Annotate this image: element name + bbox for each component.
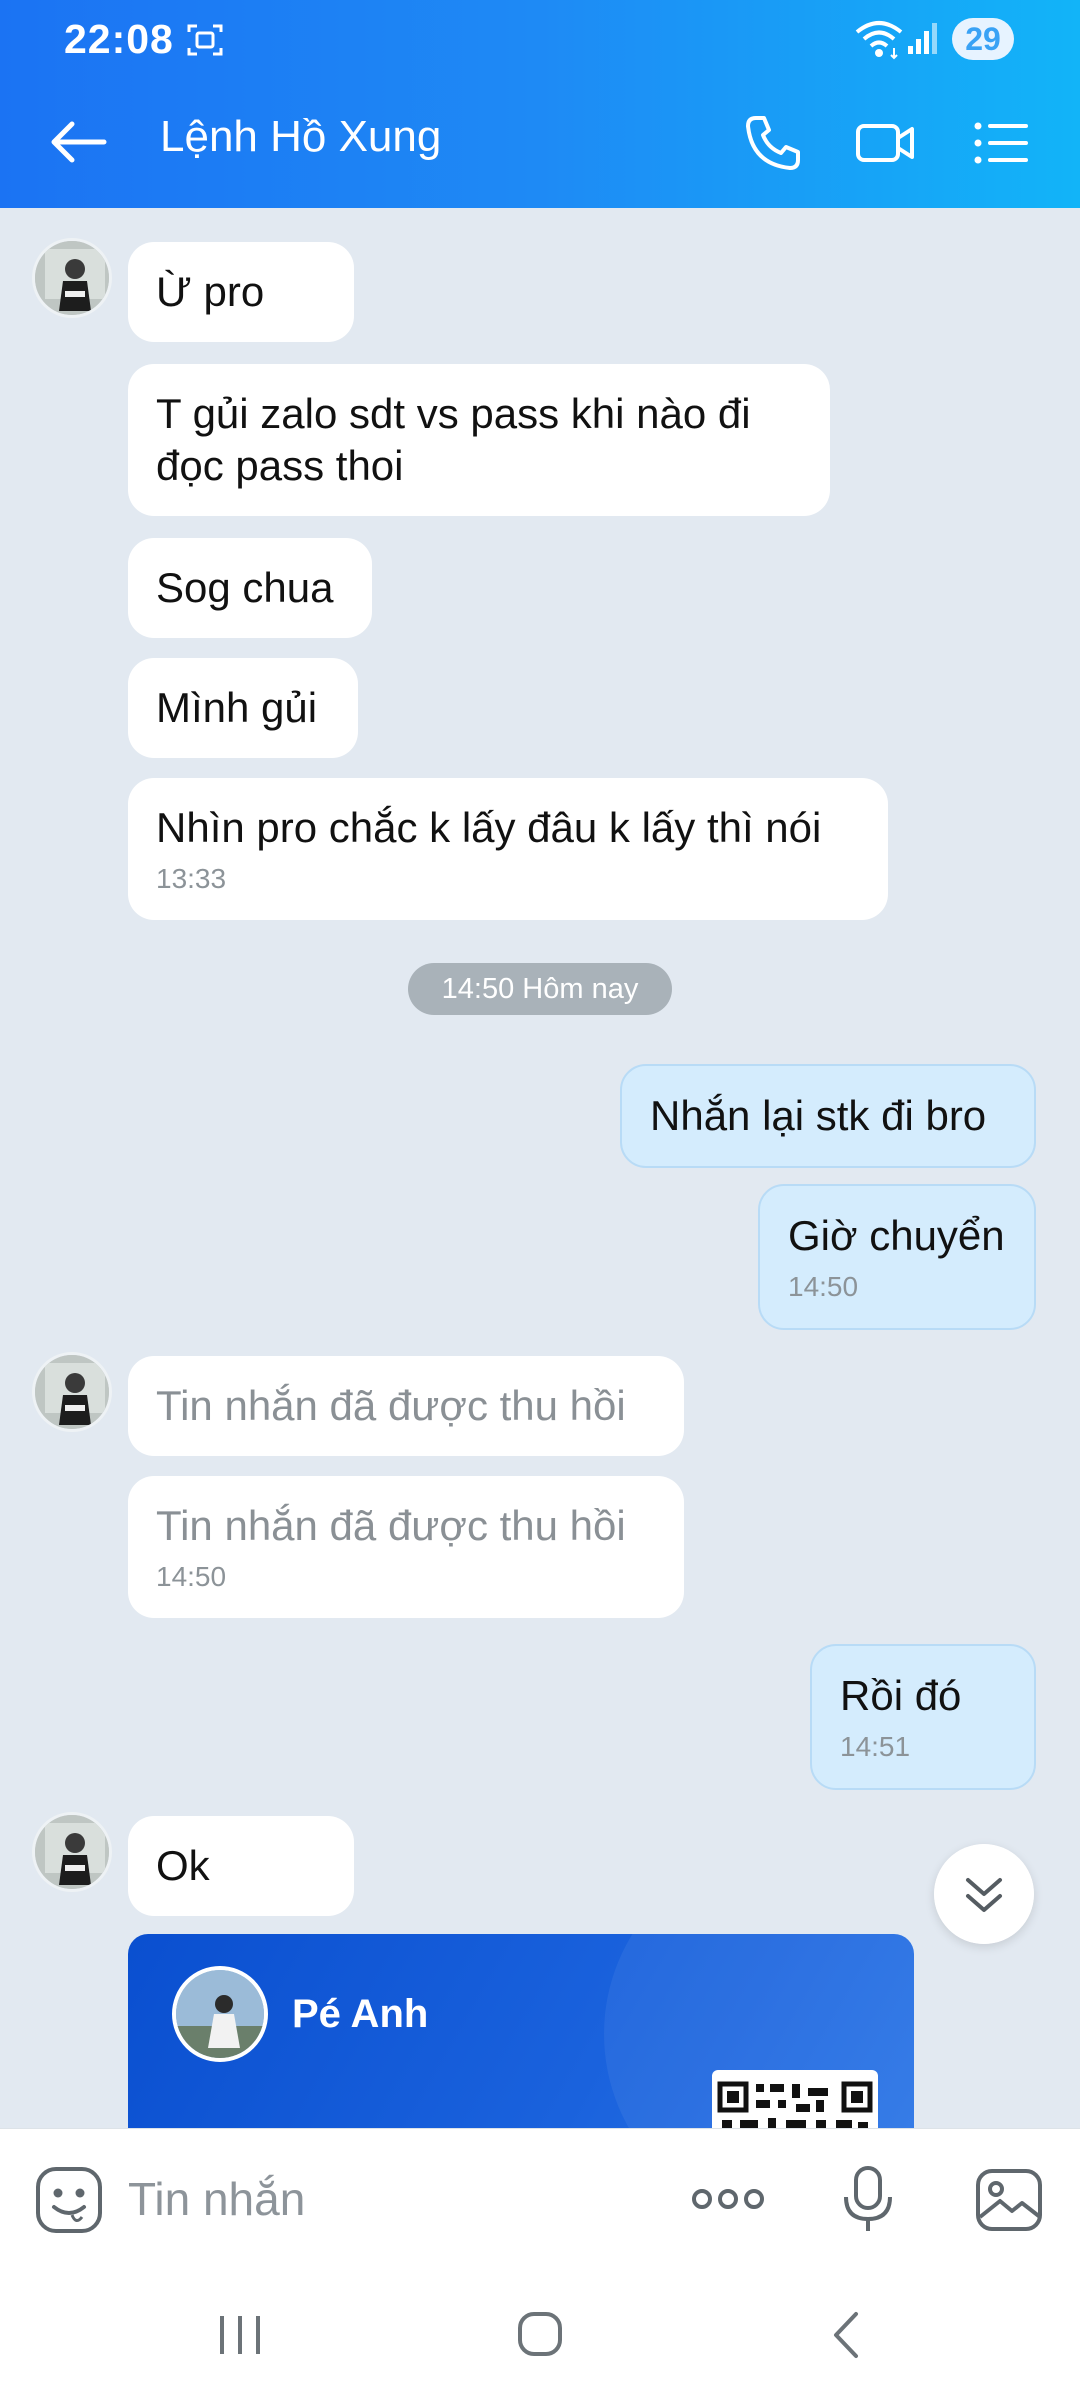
mic-icon[interactable] — [840, 2165, 896, 2235]
message-bubble-incoming[interactable]: Sog chua — [128, 538, 372, 638]
more-icon[interactable] — [690, 2179, 766, 2219]
message-bubble-incoming[interactable]: T gủi zalo sdt vs pass khi nào đi đọc pa… — [128, 364, 830, 516]
message-text: Tin nhắn đã được thu hồi — [156, 1502, 626, 1549]
status-time: 22:08 — [64, 16, 174, 62]
recent-apps-icon[interactable] — [210, 2308, 270, 2362]
wifi-icon — [855, 21, 903, 60]
qr-code-icon — [712, 2070, 878, 2128]
sticker-icon[interactable] — [34, 2165, 104, 2235]
message-text: Ừ pro — [156, 268, 265, 315]
image-icon[interactable] — [974, 2167, 1044, 2233]
video-call-icon[interactable] — [854, 112, 916, 174]
message-time: 13:33 — [156, 863, 227, 894]
message-bubble-outgoing[interactable]: Giờ chuyển 14:50 — [758, 1184, 1036, 1330]
system-nav-bar — [0, 2268, 1080, 2400]
avatar[interactable] — [32, 1812, 112, 1892]
phone-icon[interactable] — [742, 112, 804, 174]
avatar[interactable] — [32, 1352, 112, 1432]
message-composer — [0, 2128, 1080, 2268]
message-bubble-incoming[interactable]: Ừ pro — [128, 242, 354, 342]
message-text: Nhìn pro chắc k lấy đâu k lấy thì nói — [156, 804, 822, 851]
date-separator: 14:50 Hôm nay — [408, 963, 672, 1015]
list-menu-icon[interactable] — [970, 112, 1032, 174]
nav-back-icon[interactable] — [816, 2308, 876, 2362]
avatar[interactable] — [32, 238, 112, 318]
battery-indicator: 29 — [952, 18, 1014, 60]
recalled-message[interactable]: Tin nhắn đã được thu hồi 14:50 — [128, 1476, 684, 1618]
message-text: Giờ chuyển — [788, 1212, 1005, 1259]
message-text: Nhắn lại stk đi bro — [650, 1092, 987, 1139]
message-text: T gủi zalo sdt vs pass khi nào đi — [156, 390, 751, 437]
message-text: Sog chua — [156, 564, 334, 611]
message-time: 14:51 — [840, 1731, 911, 1762]
message-bubble-incoming[interactable]: Ok — [128, 1816, 354, 1916]
message-bubble-outgoing[interactable]: Rồi đó 14:51 — [810, 1644, 1036, 1790]
message-text: đọc pass thoi — [156, 442, 404, 489]
app-header: 22:08 29 Lệnh Hồ Xung — [0, 0, 1080, 208]
recalled-message[interactable]: Tin nhắn đã được thu hồi — [128, 1356, 684, 1456]
message-text: Tin nhắn đã được thu hồi — [156, 1382, 626, 1429]
contact-card[interactable]: Pé Anh — [128, 1934, 914, 2128]
back-arrow-icon[interactable] — [44, 110, 112, 174]
message-bubble-incoming[interactable]: Nhìn pro chắc k lấy đâu k lấy thì nói 13… — [128, 778, 888, 920]
message-bubble-outgoing[interactable]: Nhắn lại stk đi bro — [620, 1064, 1036, 1168]
message-time: 14:50 — [156, 1561, 227, 1592]
message-bubble-incoming[interactable]: Mình gủi — [128, 658, 358, 758]
message-time: 14:50 — [788, 1271, 859, 1302]
scroll-to-bottom-button[interactable] — [934, 1844, 1034, 1944]
card-avatar — [172, 1966, 268, 2062]
card-name: Pé Anh — [292, 1992, 429, 2036]
message-list[interactable]: Ừ pro T gủi zalo sdt vs pass khi nào đi … — [0, 208, 1080, 2128]
chat-screen: 22:08 29 Lệnh Hồ Xung Ừ pro T gủi zalo s… — [0, 0, 1080, 2400]
message-text: Ok — [156, 1842, 210, 1889]
signal-icon — [908, 23, 937, 54]
screenshot-status-icon — [187, 24, 223, 56]
home-icon[interactable] — [510, 2308, 570, 2362]
message-input[interactable] — [128, 2157, 648, 2241]
chat-title[interactable]: Lệnh Hồ Xung — [160, 112, 441, 162]
message-text: Rồi đó — [840, 1672, 962, 1719]
message-text: Mình gủi — [156, 684, 318, 731]
